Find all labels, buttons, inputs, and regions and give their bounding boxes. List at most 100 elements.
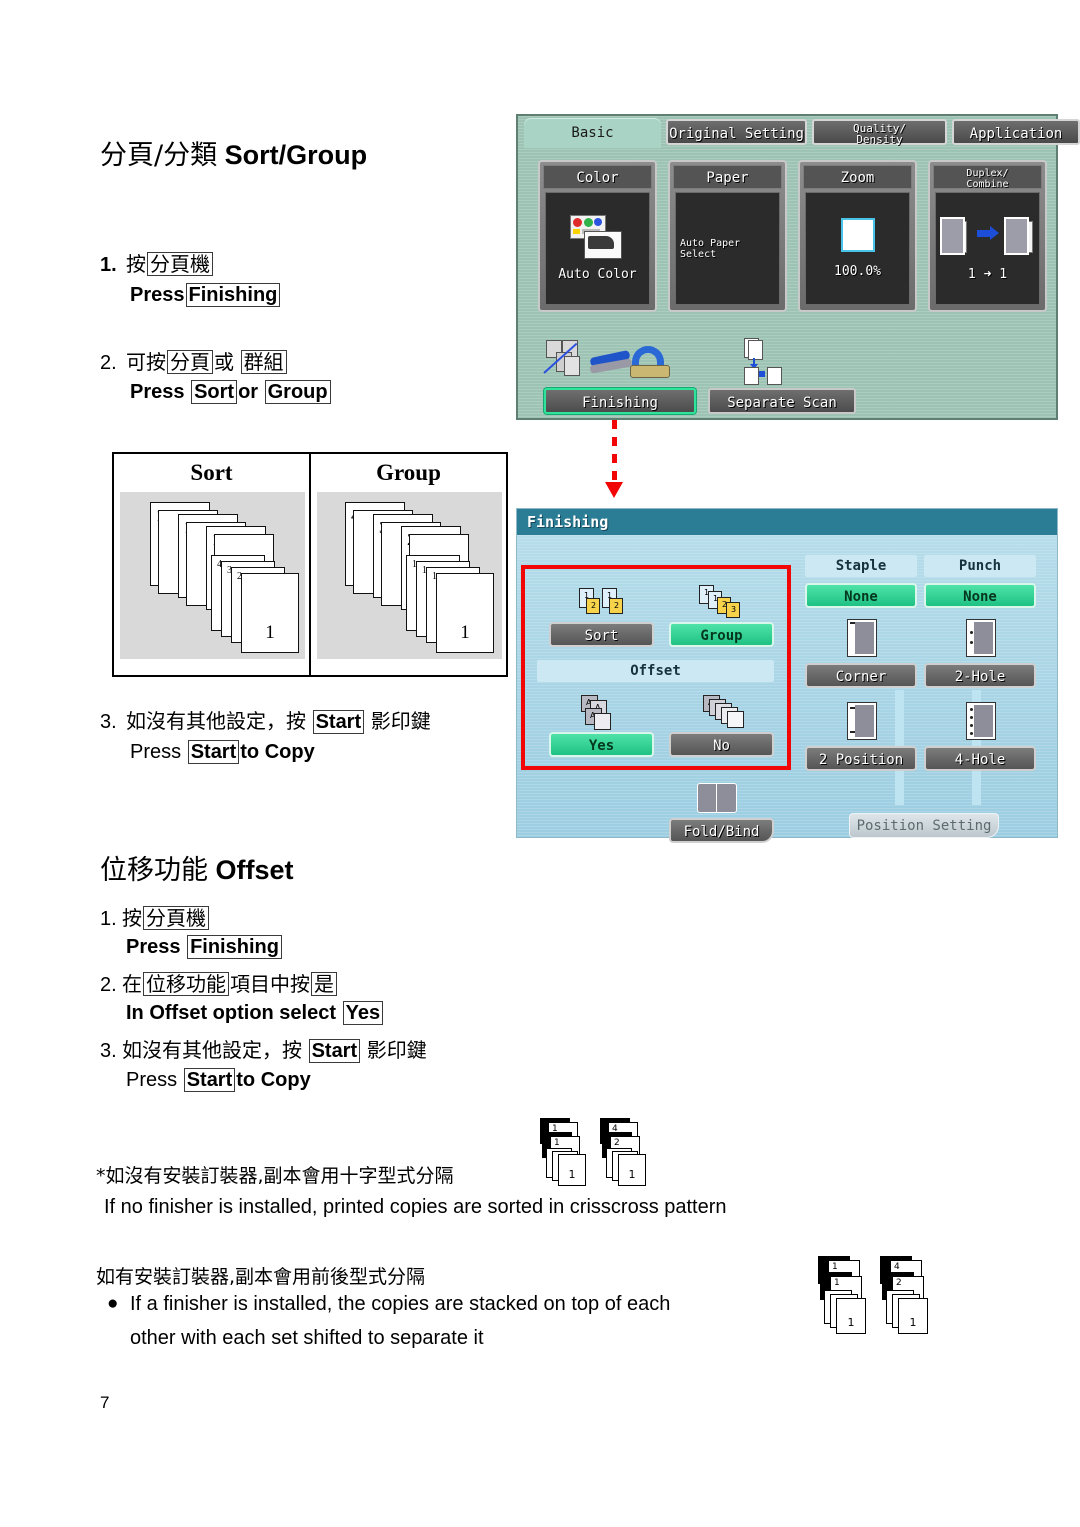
s1-step2-en-box2: Group [264,380,331,405]
s1-step3-cjk: 3. 如沒有其他設定，按 Start 影印鍵 [100,705,431,735]
duplex-icon [939,215,1036,257]
offset-title-en: Offset [215,855,294,885]
offset-section-label: Offset [537,660,774,682]
document-page: 分頁/分類 Sort/Group 1. 按分頁機 Press Finishing 2… [0,0,1080,1527]
button-punch-none[interactable]: None [924,583,1036,608]
sort-icon: 1 2 1 2 [579,588,623,616]
note-1-en: If no finisher is installed, printed cop… [104,1196,727,1218]
tab-quality-density[interactable]: Quality/ Density [812,119,947,145]
sheet-label: 1 [460,622,470,643]
button-zoom-value: 100.0% [834,264,881,279]
button-zoom[interactable]: Zoom 100.0% [798,160,917,312]
button-punch-4-hole[interactable]: 4-Hole [924,746,1036,771]
zoom-square-icon [840,218,875,252]
s2-step2-cjk-mid: 項目中按 [230,972,310,996]
s1-step1-en: Press Finishing [130,283,281,308]
offset-yes-icon: A A A [581,695,621,730]
tab-application[interactable]: Application [952,119,1080,145]
tab-basic[interactable]: Basic [524,118,661,148]
button-paper-value-line1: Auto Paper [680,237,741,249]
crisscross-illustration: 1 1 1 4 2 1 [540,1118,670,1186]
s1-step3-en-box: Start [187,740,240,765]
finishing-dialog-title: Finishing [517,509,1057,535]
s1-step3-en-suffix: to Copy [240,741,315,763]
s2-step3-cjk: 3. 如沒有其他設定，按 Start 影印鍵 [100,1034,427,1064]
s1-step3-en: Press Start to Copy [130,740,315,765]
button-duplex-header-line2: Combine [966,179,1009,190]
staple-corner-preview-icon [847,619,877,657]
s1-step3-cjk-box: Start [312,710,365,735]
s1-step3-en-prefix: Press [130,741,182,763]
tab-bar: Basic Original Setting Quality/ Density … [518,116,1080,148]
figure-group-panel: Group 4 3 2 1 1 1 1 [309,454,506,675]
s2-step1-cjk: 1. 按分頁機 [100,902,210,931]
note-2-bullet-icon: ● [107,1293,119,1314]
s1-step2-en-box1: Sort [191,380,238,405]
sheet-label: 1 [265,622,275,643]
button-color[interactable]: Color Auto Color [538,160,657,312]
button-offset-no[interactable]: No [669,732,774,757]
button-staple-none[interactable]: None [805,583,917,608]
finishing-dialog: Finishing 1 2 1 2 Sort 1 1 2 3 Group Off… [516,508,1058,843]
button-zoom-header: Zoom [803,165,912,189]
button-staple-2-position[interactable]: 2 Position [805,746,917,771]
s1-step3-cjk-prefix: 如沒有其他設定，按 [126,709,306,733]
s1-step1-number: 1. [100,254,117,276]
button-duplex-combine[interactable]: Duplex/ Combine 1 ➜ 1 [928,160,1047,312]
function-button-separate-scan[interactable]: Separate Scan [708,388,856,414]
button-paper-body: Auto Paper Select [675,192,780,305]
button-paper[interactable]: Paper Auto Paper Select [668,160,787,312]
s1-step2-cjk-box1: 分頁 [167,350,213,375]
s1-step1-en-prefix: Press [130,284,185,306]
s1-step1-en-box: Finishing [185,283,281,308]
button-staple-corner[interactable]: Corner [805,663,917,688]
punch-4hole-preview-icon [966,702,996,740]
s1-step2-cjk-box2: 群組 [240,350,287,375]
staple-header: Staple [805,555,917,577]
s1-step2-number: 2. [100,352,117,374]
s2-step2-cjk-prefix: 在 [122,972,142,996]
sheet-front: 1 [436,573,494,653]
button-position-setting[interactable]: Position Setting [849,813,999,838]
figure-group-caption: Group [376,460,441,485]
s2-step2-number: 2. [100,974,117,996]
s1-step2-en: Press Sort or Group [130,380,332,405]
button-zoom-body: 100.0% [805,192,910,305]
tab-quality-density-line2: Density [856,133,903,146]
s2-step2-cjk-box1: 位移功能 [143,972,229,997]
s2-step2-en-prefix: In Offset option select [126,1002,337,1024]
note-2-cjk: 如有安裝訂裝器,副本會用前後型式分隔 [96,1266,426,1288]
page-title-en: Sort/Group [224,140,368,170]
s1-step1-cjk-prefix: 按 [126,252,146,276]
button-offset-yes[interactable]: Yes [549,732,654,757]
color-palette-icon [569,215,626,261]
button-fold-bind[interactable]: Fold/Bind [669,818,774,843]
function-button-finishing[interactable]: Finishing [544,388,696,414]
group-icon: 1 1 2 3 [699,585,745,618]
stapler-punch-icon [543,338,670,382]
s2-step3-number: 3. [100,1040,117,1062]
s2-step1-en-box: Finishing [187,935,282,960]
button-punch-2-hole[interactable]: 2-Hole [924,663,1036,688]
figure-sort-caption: Sort [190,460,233,485]
frontback-illustration: 1 1 1 4 2 1 [818,1256,948,1336]
button-sort[interactable]: Sort [549,622,654,647]
s1-step3-number: 3. [100,711,117,733]
finishing-dialog-body: 1 2 1 2 Sort 1 1 2 3 Group Offset A A A [517,535,1057,843]
button-group[interactable]: Group [669,622,774,647]
figure-sort-panel: Sort 1 1 1 4 3 2 1 [114,454,309,675]
s2-step3-en-suffix: to Copy [236,1069,311,1091]
s1-step1-cjk-box: 分頁機 [147,252,213,277]
figure-group-graphic: 4 3 2 1 1 1 1 [317,492,502,659]
offset-no-icon: A [703,695,747,728]
callout-arrow-head [605,482,623,498]
s1-step2-cjk: 2. 可按 分頁或 群組 [100,346,288,375]
punch-header: Punch [924,555,1036,577]
s2-step3-cjk-prefix: 如沒有其他設定，按 [122,1038,302,1062]
s2-step3-cjk-box: Start [308,1039,361,1064]
tab-original-setting[interactable]: Original Setting [666,119,807,145]
fold-bind-icon [697,783,737,813]
s2-step2-cjk: 2. 在位移功能 項目中按是 [100,968,338,997]
s2-step2-en-box: Yes [342,1001,384,1026]
s2-step3-en-prefix: Press [126,1069,178,1091]
